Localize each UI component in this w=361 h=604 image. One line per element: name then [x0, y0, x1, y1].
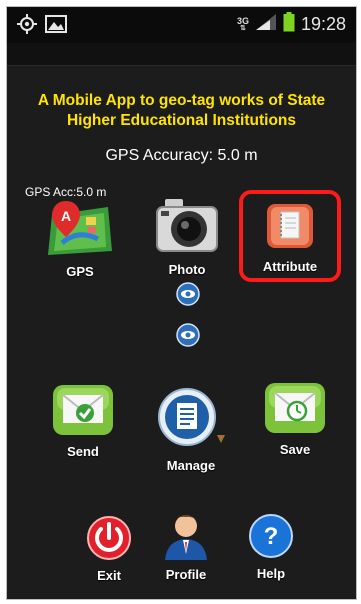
manage-button[interactable]: Manage — [152, 387, 230, 473]
title-line-2: Higher Educational Institutions — [66, 112, 297, 129]
signal-icon — [255, 13, 277, 36]
user-icon — [161, 510, 211, 565]
view-photo-button-2[interactable] — [176, 323, 200, 347]
power-icon — [86, 515, 132, 566]
save-envelope-icon — [263, 381, 327, 440]
manage-button-label: Manage — [166, 458, 216, 473]
attribute-button-label: Attribute — [262, 259, 318, 274]
gps-acc-small-label: GPS Acc:5.0 m — [25, 185, 107, 199]
image-icon — [45, 15, 67, 38]
exit-button[interactable]: Exit — [81, 515, 137, 583]
document-globe-icon — [155, 387, 227, 456]
gps-icon — [17, 14, 37, 39]
save-button-label: Save — [279, 442, 311, 457]
notebook-icon — [263, 200, 317, 257]
svg-text:?: ? — [264, 523, 279, 550]
photo-button-label: Photo — [168, 262, 206, 277]
send-button-label: Send — [67, 444, 99, 459]
app-screen: 3G ⇅ 19:28 A Mobile App to geo-tag works… — [6, 6, 357, 600]
svg-text:A: A — [61, 208, 71, 224]
help-button-label: Help — [256, 566, 286, 581]
exit-button-label: Exit — [97, 568, 121, 583]
network-type: 3G ⇅ — [236, 15, 249, 32]
app-header-bar — [7, 43, 356, 66]
eye-icon — [176, 323, 200, 351]
gps-accuracy-label: GPS Accuracy: 5.0 m — [105, 147, 258, 164]
save-button[interactable]: Save — [257, 381, 333, 457]
eye-icon — [176, 282, 200, 310]
help-icon: ? — [248, 513, 294, 564]
profile-button-label: Profile — [165, 567, 207, 582]
title-line-1: A Mobile App to geo-tag works of State — [37, 92, 326, 109]
battery-icon — [283, 12, 295, 37]
view-photo-button-1[interactable] — [176, 282, 200, 306]
app-title: A Mobile App to geo-tag works of State H… — [7, 91, 356, 131]
gps-button[interactable]: A GPS — [45, 199, 115, 279]
profile-button[interactable]: Profile — [155, 510, 217, 582]
map-pin-icon: A — [48, 199, 112, 262]
clock: 19:28 — [300, 14, 346, 34]
photo-button[interactable]: Photo — [149, 197, 225, 277]
send-envelope-icon — [51, 383, 115, 442]
camera-icon — [155, 197, 219, 260]
status-bar: 3G ⇅ 19:28 — [7, 7, 356, 43]
gps-button-label: GPS — [66, 264, 94, 279]
attribute-button[interactable]: Attribute — [253, 200, 327, 274]
send-button[interactable]: Send — [45, 383, 121, 459]
help-button[interactable]: ? Help — [243, 513, 299, 581]
